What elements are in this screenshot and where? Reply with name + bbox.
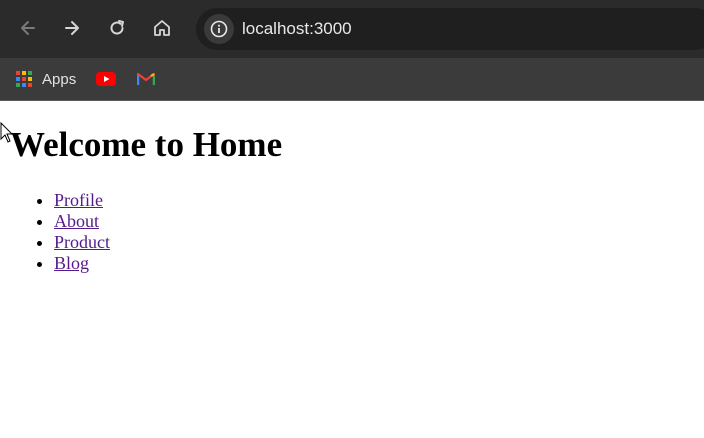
gmail-icon: [137, 72, 155, 85]
bookmarks-bar: Apps: [0, 58, 704, 101]
forward-button[interactable]: [57, 13, 87, 43]
bookmark-youtube[interactable]: [96, 66, 116, 92]
youtube-icon: [96, 72, 116, 86]
reload-button[interactable]: [102, 13, 132, 43]
info-icon: [210, 20, 228, 38]
mouse-cursor-icon: [0, 122, 14, 143]
reload-icon: [110, 20, 124, 35]
about-link[interactable]: About: [54, 211, 99, 231]
blog-link[interactable]: Blog: [54, 253, 89, 273]
page-heading: Welcome to Home: [10, 125, 283, 164]
profile-link[interactable]: Profile: [54, 190, 103, 210]
apps-grid-icon: [16, 71, 32, 87]
list-item: Profile: [54, 190, 110, 211]
address-bar[interactable]: localhost:3000: [196, 8, 704, 50]
bookmark-gmail[interactable]: [137, 66, 155, 92]
site-info-button[interactable]: [204, 14, 234, 44]
browser-chrome: localhost:3000 Apps: [0, 0, 704, 101]
home-icon: [154, 20, 170, 36]
arrow-left-icon: [21, 21, 35, 35]
browser-toolbar: localhost:3000: [0, 0, 704, 58]
nav-link-list: Profile About Product Blog: [0, 190, 110, 274]
bookmark-apps[interactable]: Apps: [16, 66, 76, 92]
page-content: Welcome to Home Profile About Product Bl…: [0, 101, 704, 438]
back-button[interactable]: [13, 13, 43, 43]
bookmark-apps-label: Apps: [42, 70, 77, 88]
product-link[interactable]: Product: [54, 232, 110, 252]
home-button[interactable]: [147, 13, 177, 43]
list-item: About: [54, 211, 110, 232]
list-item: Blog: [54, 253, 110, 274]
url-text[interactable]: localhost:3000: [242, 8, 352, 50]
list-item: Product: [54, 232, 110, 253]
arrow-right-icon: [65, 21, 79, 35]
